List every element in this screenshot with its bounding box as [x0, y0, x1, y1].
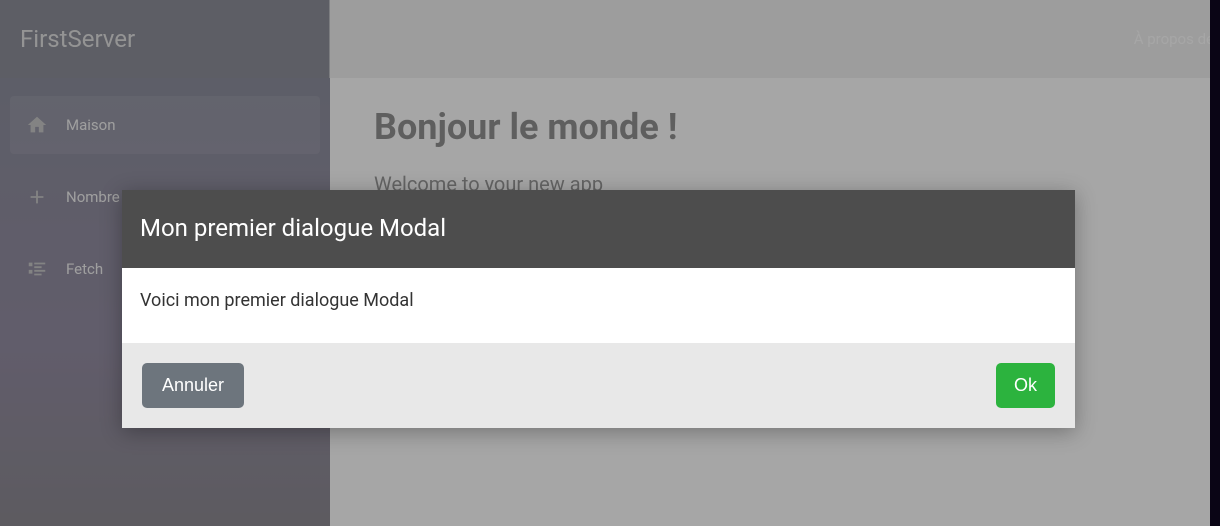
right-border — [1210, 0, 1220, 526]
cancel-button[interactable]: Annuler — [142, 363, 244, 408]
ok-button[interactable]: Ok — [996, 363, 1055, 408]
modal-body: Voici mon premier dialogue Modal — [122, 268, 1075, 343]
modal-footer: Annuler Ok — [122, 343, 1075, 428]
modal-title: Mon premier dialogue Modal — [122, 190, 1075, 268]
modal-dialog: Mon premier dialogue Modal Voici mon pre… — [122, 190, 1075, 428]
